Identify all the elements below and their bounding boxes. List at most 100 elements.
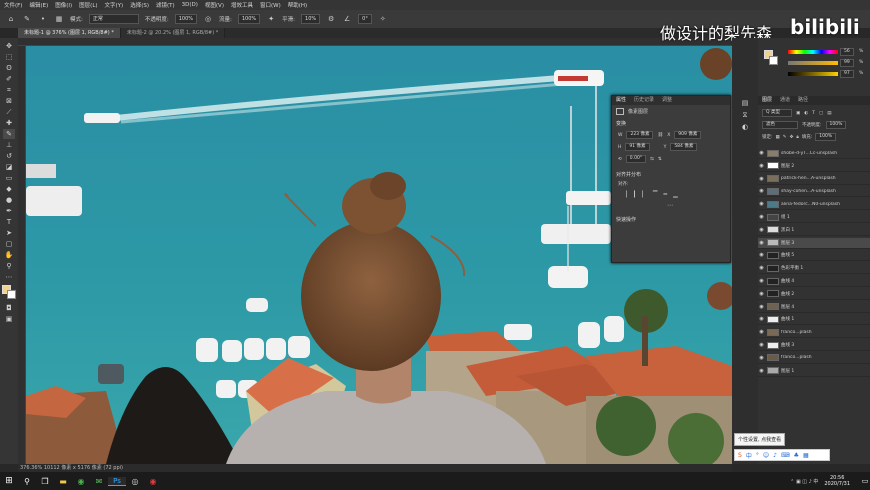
frame-tool-icon[interactable]: ⊠ <box>3 96 15 106</box>
chinese-mode-icon[interactable]: 中 <box>746 451 752 460</box>
brush-preset-icon[interactable]: • <box>38 14 48 24</box>
properties-dock-icon[interactable]: ▤ <box>739 98 751 108</box>
tab-channels[interactable]: 通道 <box>776 96 794 105</box>
saturation-field[interactable]: 99 <box>840 59 854 67</box>
layer-name[interactable]: 曲线 3 <box>781 342 794 348</box>
layer-filter-select[interactable]: Q 类型 <box>762 109 792 117</box>
layer-name[interactable]: 图层 4 <box>781 304 794 310</box>
layer-name[interactable]: shay-cohen...A-unsplash <box>781 189 836 194</box>
skin-icon[interactable]: ♣ <box>794 452 799 459</box>
layer-name[interactable]: 图层 1 <box>781 368 794 374</box>
menu-select[interactable]: 选择(S) <box>130 1 149 9</box>
gradient-tool-icon[interactable]: ▭ <box>3 173 15 183</box>
layer-name[interactable]: 曲线 4 <box>781 278 794 284</box>
menu-window[interactable]: 窗口(W) <box>260 1 281 9</box>
visibility-eye-icon[interactable]: ◉ <box>758 316 765 322</box>
layer-row[interactable]: ◉ 色彩平衡 1 <box>758 263 870 275</box>
layer-row[interactable]: ◉ patrick-hen...A-unsplash <box>758 174 870 185</box>
layer-name[interactable]: patrick-hen...A-unsplash <box>781 176 836 181</box>
layer-name[interactable]: 曲线 1 <box>781 316 794 322</box>
history-brush-icon[interactable]: ↺ <box>3 151 15 161</box>
photoshop-taskbar-icon[interactable]: Ps <box>108 476 126 486</box>
move-tool-icon[interactable]: ✥ <box>3 41 15 51</box>
layer-name[interactable]: 图层 3 <box>781 240 794 246</box>
foreground-background-colors[interactable] <box>2 285 16 299</box>
angle-field[interactable]: 0° <box>358 14 372 24</box>
visibility-eye-icon[interactable]: ◉ <box>758 150 765 156</box>
quick-select-tool-icon[interactable]: ✐ <box>3 74 15 84</box>
sogou-icon[interactable]: S <box>738 452 742 459</box>
angle-field-props[interactable]: 0.00° <box>625 155 647 163</box>
visibility-eye-icon[interactable]: ◉ <box>758 201 765 207</box>
layer-name[interactable]: shobe-d-yT...Cc-unsplash <box>781 151 837 156</box>
task-view-icon[interactable]: ❐ <box>36 477 54 486</box>
h-field[interactable]: 91 像素 <box>625 143 650 151</box>
layer-opacity-field[interactable]: 100% <box>825 121 847 129</box>
filter-smart-icon[interactable]: ▤ <box>827 111 831 116</box>
file-explorer-icon[interactable]: ▬ <box>54 477 72 486</box>
punctuation-icon[interactable]: ° <box>756 452 759 459</box>
emoji-icon[interactable]: ☺ <box>763 452 769 459</box>
layer-row[interactable]: ◉ shay-cohen...A-unsplash <box>758 186 870 198</box>
y-field[interactable]: 584 像素 <box>670 143 698 151</box>
link-icon[interactable]: ⛓ <box>657 133 663 138</box>
layer-row[interactable]: ◉ franco...plash <box>758 327 870 339</box>
wechat-icon[interactable]: ✉ <box>90 477 108 486</box>
layer-row[interactable]: ◉ 黑白 1 <box>758 225 870 236</box>
dodge-tool-icon[interactable]: ● <box>3 195 15 205</box>
filter-shape-icon[interactable]: ▢ <box>819 111 823 116</box>
layer-name[interactable]: 图层 2 <box>781 163 794 169</box>
visibility-eye-icon[interactable]: ◉ <box>758 176 765 182</box>
smooth-settings-icon[interactable]: ⚙ <box>326 14 336 24</box>
brightness-field[interactable]: 97 <box>840 70 854 78</box>
hue-slider[interactable] <box>788 50 838 54</box>
brush-tool-icon-left[interactable]: ✎ <box>3 129 15 139</box>
home-icon[interactable]: ⌂ <box>6 14 16 24</box>
quick-actions-label[interactable]: 快速操作 <box>612 210 730 229</box>
type-tool-icon[interactable]: T <box>3 217 15 227</box>
layer-row[interactable]: ◉ 曲线 2 <box>758 289 870 300</box>
transform-section-label[interactable]: 变换 <box>612 118 730 129</box>
background-swatch[interactable] <box>769 56 778 65</box>
layer-name[interactable]: franco...plash <box>781 355 812 360</box>
blur-tool-icon[interactable]: ◆ <box>3 184 15 194</box>
opacity-field[interactable]: 100% <box>174 14 198 24</box>
healing-tool-icon[interactable]: ✚ <box>3 118 15 128</box>
menu-edit[interactable]: 编辑(E) <box>29 1 48 9</box>
more-options-icon[interactable]: ⋯ <box>612 201 730 210</box>
notification-icon[interactable]: ▭ <box>860 477 870 485</box>
filter-adjust-icon[interactable]: ◐ <box>804 111 808 116</box>
visibility-eye-icon[interactable]: ◉ <box>758 368 765 374</box>
stamp-tool-icon[interactable]: ⊥ <box>3 140 15 150</box>
visibility-eye-icon[interactable]: ◉ <box>758 188 765 194</box>
visibility-eye-icon[interactable]: ◉ <box>758 214 765 220</box>
smooth-field[interactable]: 10% <box>301 14 321 24</box>
lock-paint-icon[interactable]: ✎ <box>783 135 787 140</box>
layer-row[interactable]: ◉ 曲线 5 <box>758 250 870 262</box>
visibility-eye-icon[interactable]: ◉ <box>758 163 765 169</box>
tab-adjustments[interactable]: 调整 <box>658 96 676 105</box>
layer-row[interactable]: ◉ 曲线 4 <box>758 276 870 287</box>
visibility-eye-icon[interactable]: ◉ <box>758 227 765 233</box>
browser-icon[interactable]: ◉ <box>72 477 90 486</box>
visibility-eye-icon[interactable]: ◉ <box>758 265 765 271</box>
netease-music-icon[interactable]: ◉ <box>144 477 162 486</box>
menu-3d[interactable]: 3D(D) <box>182 2 198 8</box>
marquee-tool-icon[interactable]: ⬚ <box>3 52 15 62</box>
layer-row[interactable]: ◉ 曲线 3 <box>758 340 870 351</box>
airbrush-icon[interactable]: ✦ <box>266 14 276 24</box>
tab-properties[interactable]: 属性 <box>612 96 630 105</box>
blend-mode-select[interactable]: 滤色 <box>762 121 798 129</box>
pen-tool-icon[interactable]: ✒ <box>3 206 15 216</box>
visibility-eye-icon[interactable]: ◉ <box>758 355 765 361</box>
quick-mask-icon[interactable]: ◘ <box>3 303 15 313</box>
menu-file[interactable]: 文件(F) <box>4 1 22 9</box>
zoom-tool-icon[interactable]: ⚲ <box>3 261 15 271</box>
keyboard-icon[interactable]: ⌨ <box>781 452 790 459</box>
x-field[interactable]: 909 像素 <box>674 131 702 139</box>
layer-name[interactable]: 色彩平衡 1 <box>781 265 803 271</box>
layer-row[interactable]: ◉ alina-fedorc...N0-unsplash <box>758 199 870 211</box>
visibility-eye-icon[interactable]: ◉ <box>758 291 765 297</box>
eraser-tool-icon[interactable]: ◪ <box>3 162 15 172</box>
voice-icon[interactable]: ♪ <box>773 452 777 459</box>
